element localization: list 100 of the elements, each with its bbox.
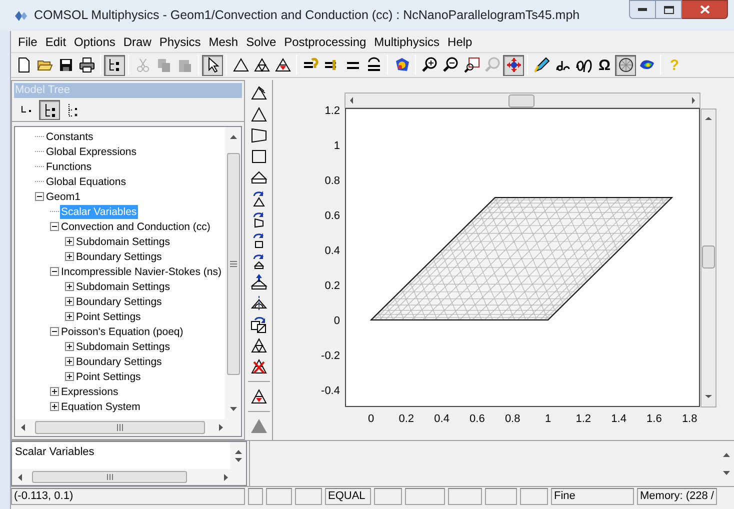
status-panel — [374, 488, 402, 505]
status-panel — [248, 488, 263, 505]
toolbar-button[interactable] — [615, 54, 636, 76]
status-field: (-0.113, 0.1) — [11, 488, 245, 505]
tree-item[interactable]: Subdomain Settings — [75, 340, 171, 354]
scrollbar-thumb[interactable] — [508, 94, 534, 108]
tick-label: 0.2 — [324, 280, 340, 292]
tick-label: -0.2 — [321, 350, 340, 362]
menu-item[interactable]: Physics — [155, 32, 205, 50]
toolbar-button[interactable]: Ω — [594, 54, 615, 76]
triangle-marker-icon — [250, 388, 268, 405]
scroll-up-icon — [234, 450, 242, 454]
tree-item[interactable]: Constants — [45, 130, 94, 144]
toolbar-button[interactable] — [202, 54, 223, 76]
scroll-down-icon[interactable] — [705, 395, 712, 398]
expand-icon[interactable] — [65, 297, 74, 306]
tree-item[interactable]: Boundary Settings — [75, 294, 163, 308]
menu-item[interactable]: Help — [444, 32, 476, 50]
tree-item[interactable]: Incompressible Navier-Stokes (ns) — [60, 264, 222, 278]
tree-item[interactable]: Subdomain Settings — [75, 280, 171, 294]
maximize-button[interactable] — [656, 0, 682, 19]
tick-label: 0.8 — [324, 175, 340, 187]
status-field: Memory: (228 / — [637, 488, 717, 505]
expand-icon[interactable] — [65, 312, 74, 321]
menu-item[interactable]: Solve — [242, 32, 280, 50]
expand-icon[interactable] — [65, 282, 74, 291]
tick-label: 0.6 — [324, 210, 340, 222]
tree-item[interactable]: Expressions — [60, 384, 120, 398]
close-button[interactable] — [682, 0, 728, 19]
expand-icon[interactable] — [65, 252, 74, 261]
scrollbar-thumb[interactable] — [226, 153, 240, 375]
tree-item[interactable]: Functions — [45, 160, 93, 174]
save-icon — [58, 57, 74, 73]
scroll-left-icon[interactable] — [350, 97, 353, 104]
menu-item[interactable]: Options — [70, 32, 120, 50]
vertical-scrollbar[interactable] — [230, 442, 246, 469]
triangle-subdivide-icon — [250, 337, 268, 354]
menu-item[interactable]: Draw — [119, 32, 156, 50]
horizontal-scrollbar[interactable] — [15, 419, 242, 436]
tick-label: 1.8 — [682, 413, 698, 425]
tree-item[interactable]: Boundary Settings — [75, 354, 163, 368]
scroll-right-icon[interactable] — [692, 97, 695, 104]
expand-icon[interactable] — [50, 402, 59, 411]
scroll-left-icon — [21, 424, 25, 431]
expand-icon[interactable] — [50, 387, 59, 396]
scrollbar-thumb[interactable] — [32, 471, 187, 483]
toolbar-button[interactable] — [503, 54, 524, 76]
tree-item[interactable]: Point Settings — [75, 310, 142, 324]
horizontal-scrollbar[interactable] — [344, 92, 700, 108]
scroll-down-icon — [234, 458, 242, 462]
extrude-icon — [250, 169, 268, 186]
vertical-scrollbar[interactable] — [225, 127, 242, 419]
menu-item[interactable]: Mesh — [204, 32, 242, 50]
triangle-marker-icon — [274, 57, 290, 73]
scrollbar-thumb[interactable] — [35, 421, 205, 434]
tree-item[interactable]: Geom1 — [45, 190, 82, 204]
lift-icon — [250, 274, 268, 291]
expand-icon[interactable] — [65, 372, 74, 381]
status-field: EQUAL — [325, 488, 371, 505]
status-panel — [448, 488, 482, 505]
toolbar-button[interactable] — [104, 54, 125, 76]
tree-item[interactable]: Point Settings — [75, 370, 142, 384]
scroll-right-icon — [224, 474, 228, 480]
tree-item[interactable]: Poisson's Equation (poeq) — [60, 324, 184, 338]
tree-item[interactable]: Equation System — [60, 400, 142, 414]
window-title: COMSOL Multiphysics - Geom1/Convection and Conduction (cc) : NcNanoParallelogramTs45.mph — [34, 7, 580, 24]
scroll-up-icon[interactable] — [705, 117, 712, 120]
expand-icon[interactable] — [65, 342, 74, 351]
multicolor-shape-icon — [394, 57, 410, 73]
collapse-icon[interactable] — [50, 222, 59, 231]
tick-label: 0.4 — [324, 245, 340, 257]
tree-item[interactable]: Boundary Settings — [75, 250, 163, 264]
view-mode-button[interactable] — [39, 100, 60, 120]
mesh-circle-icon — [618, 57, 634, 73]
collapse-icon[interactable] — [50, 267, 59, 276]
menu-item[interactable]: File — [14, 32, 42, 50]
collapse-icon[interactable] — [35, 192, 44, 201]
tree-view-icon — [66, 102, 78, 116]
status-panel — [295, 488, 322, 505]
tree-item[interactable]: Subdomain Settings — [75, 234, 171, 248]
collapse-icon[interactable] — [50, 327, 59, 336]
minimize-button[interactable] — [629, 0, 656, 19]
printer-icon — [78, 57, 94, 73]
tree-item[interactable]: Global Expressions — [45, 144, 138, 158]
new-file-icon — [16, 57, 32, 73]
expand-icon[interactable] — [65, 357, 74, 366]
vertical-scrollbar[interactable] — [700, 108, 716, 408]
tree-item[interactable]: Convection and Conduction (cc) — [60, 220, 212, 234]
scrollbar-thumb[interactable] — [702, 246, 715, 268]
menu-item[interactable]: Multiphysics — [370, 32, 444, 50]
tick-label: 0 — [334, 315, 340, 327]
expand-icon[interactable] — [65, 237, 74, 246]
tick-label: 1.6 — [646, 413, 662, 425]
horizontal-scrollbar[interactable] — [12, 469, 246, 485]
status-field: Fine — [551, 488, 634, 505]
tree-item[interactable]: Global Equations — [45, 174, 127, 188]
menu-item[interactable]: Edit — [41, 32, 70, 50]
tick-label: 0.4 — [434, 413, 450, 425]
menu-item[interactable]: Postprocessing — [280, 32, 370, 50]
tick-label: -0.4 — [321, 385, 340, 397]
